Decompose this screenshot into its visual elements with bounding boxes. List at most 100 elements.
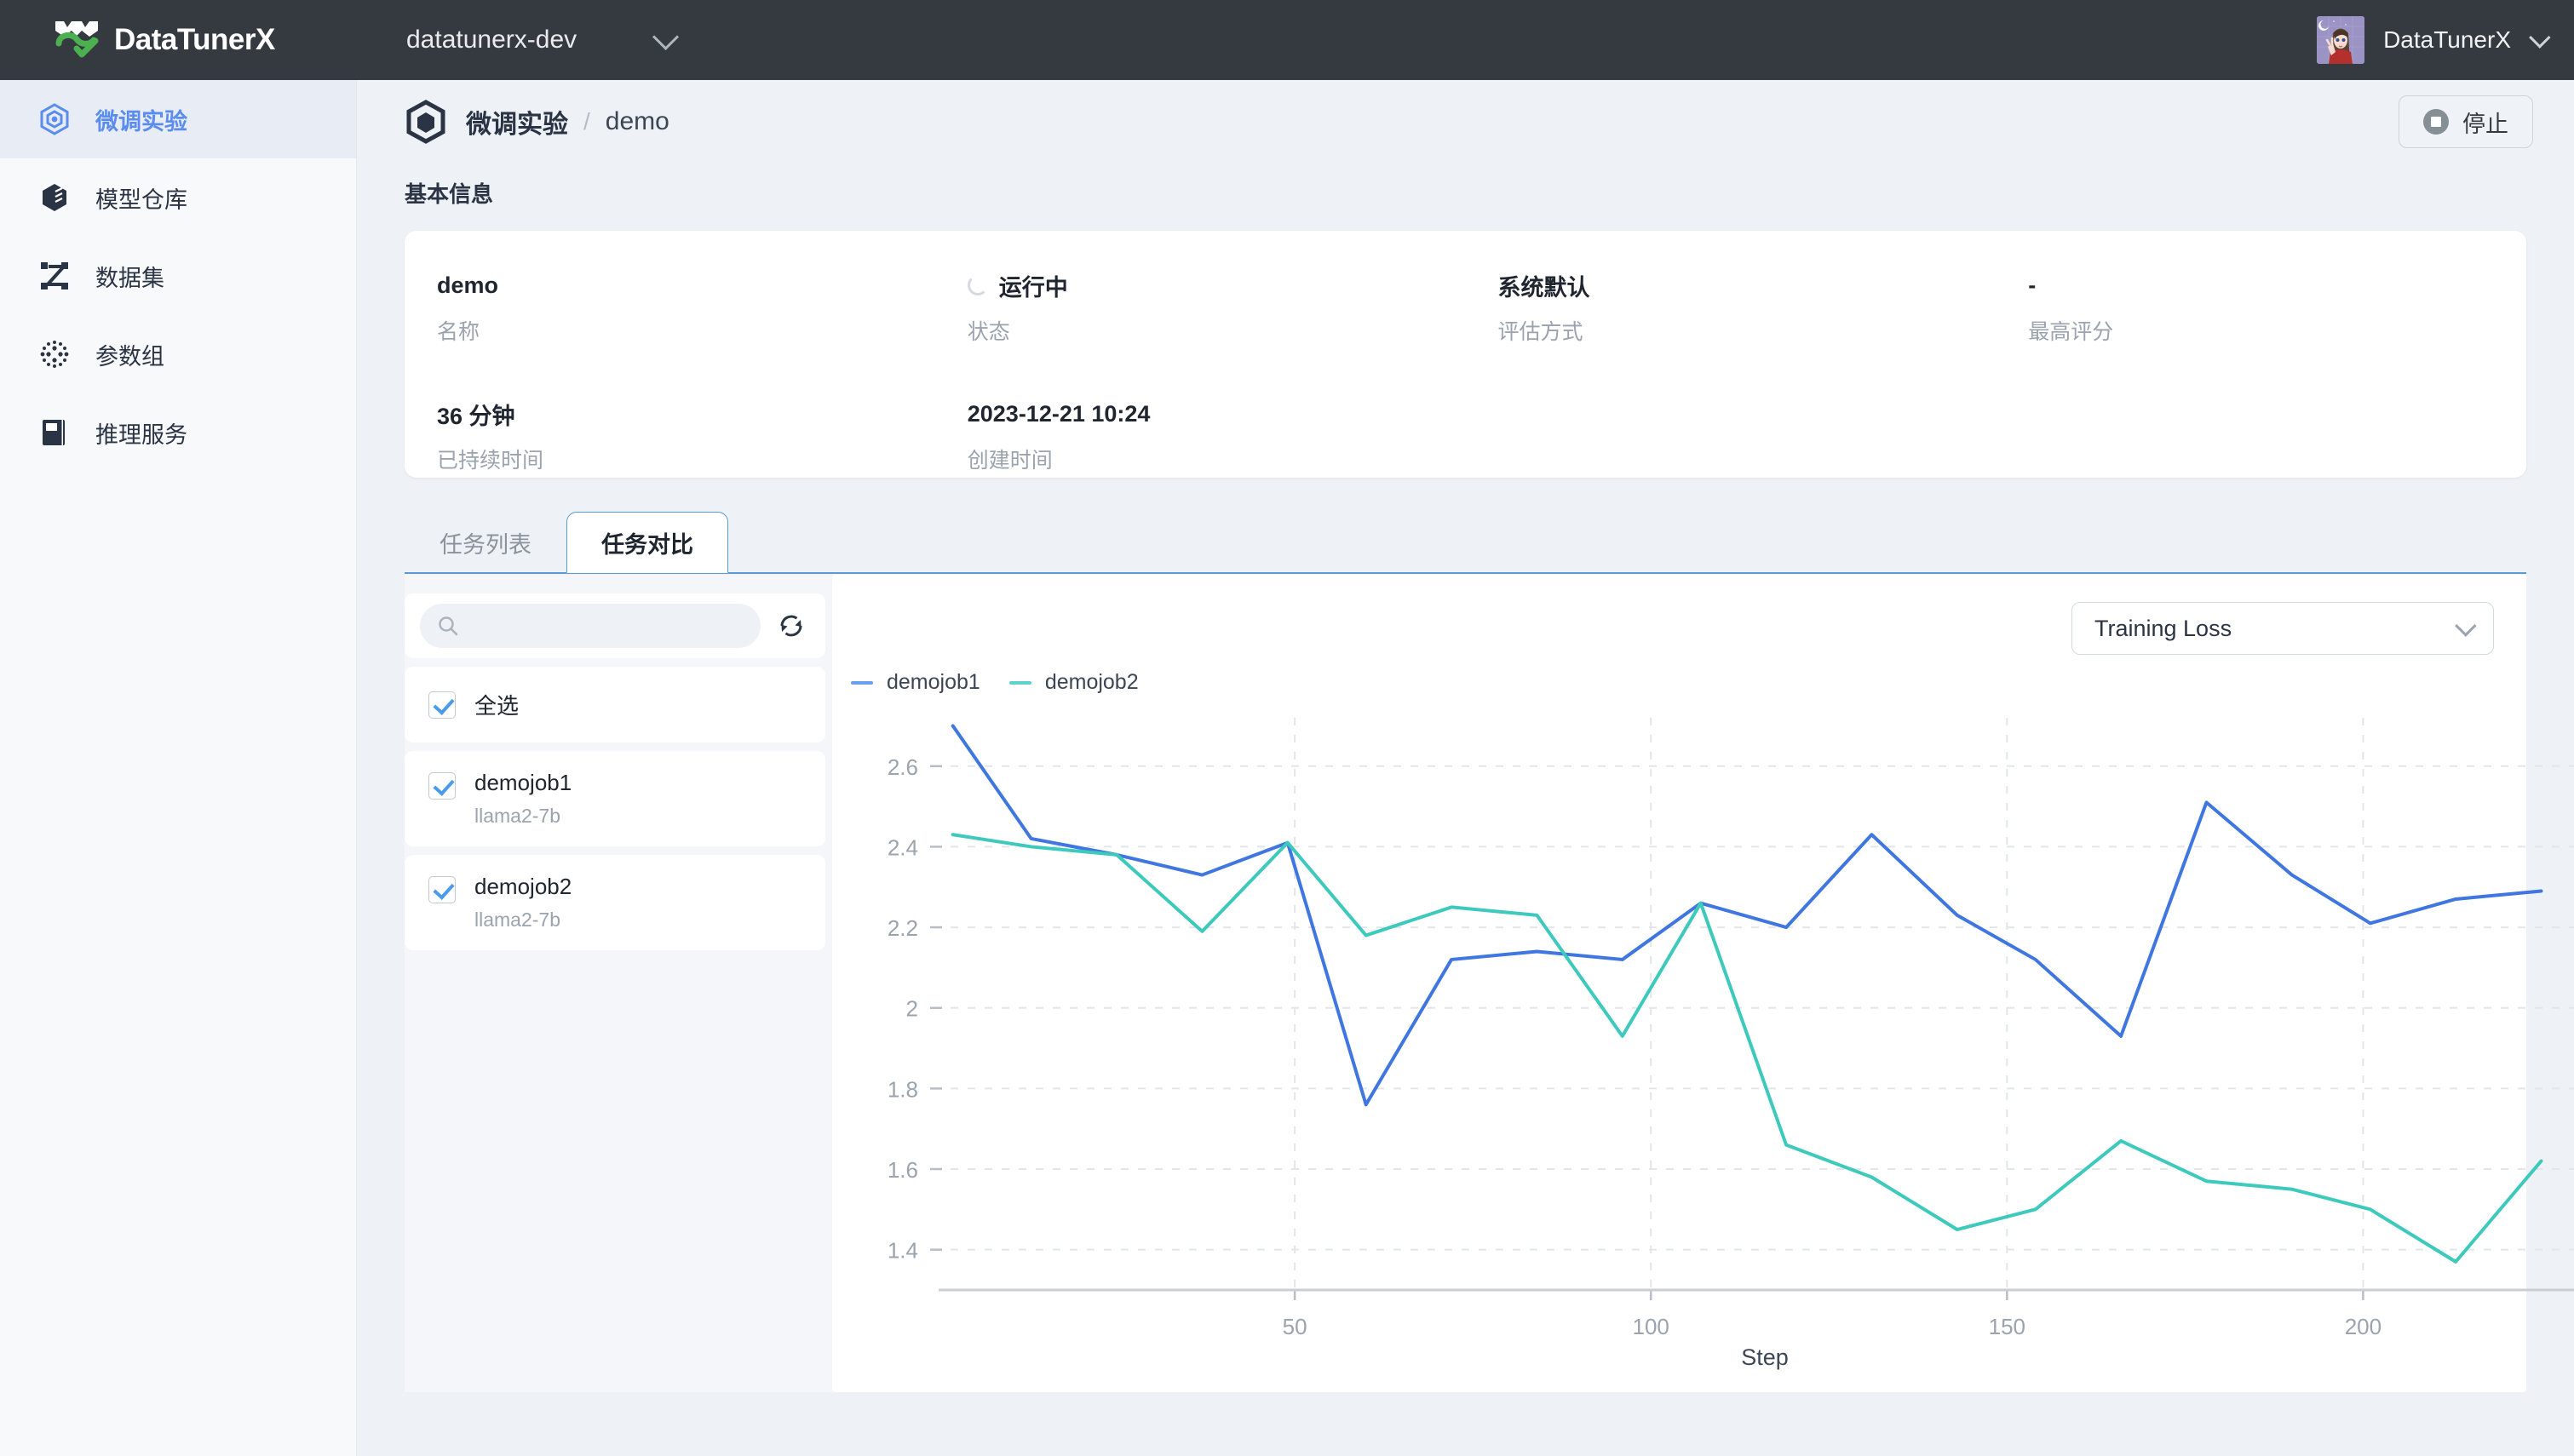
cube-outline-icon [405,100,447,144]
main-content: 微调实验 / demo 停止 基本信息 demo 名称 运行中 状态 系统默认 [357,80,2574,1456]
job-checkbox[interactable] [428,876,456,903]
avatar [2317,16,2364,64]
chart-legend: demojob1 demojob2 [851,670,1139,695]
breadcrumb-separator: / [583,108,590,135]
page-header: 微调实验 / demo 停止 [357,80,2574,163]
svg-text:2: 2 [906,996,918,1022]
basic-info-row-1: demo 名称 运行中 状态 系统默认 评估方式 - 最高评分 [405,270,2526,346]
svg-text:100: 100 [1633,1314,1669,1339]
top-bar: DataTunerX datatunerx-dev [0,0,2574,80]
sidebar: 微调实验 模型仓库 数据集 [0,80,357,1456]
tab-task-list[interactable]: 任务列表 [405,512,566,573]
info-field-duration: 36 分钟 已持续时间 [405,398,935,474]
sidebar-item-label: 参数组 [95,338,164,371]
info-value: 2023-12-21 10:24 [968,398,1466,429]
user-menu[interactable]: DataTunerX [2317,0,2545,80]
list-item[interactable]: demojob1 llama2-7b [405,751,825,846]
sidebar-item-label: 微调实验 [95,103,187,136]
select-all-row[interactable]: 全选 [405,667,825,742]
info-value-wrap: 运行中 [968,270,1466,301]
cube-layers-icon [37,181,72,215]
cube-target-icon [37,102,72,136]
job-model: llama2-7b [474,805,572,828]
chevron-down-icon [2455,615,2476,636]
info-value: - [2028,270,2526,301]
select-all-label: 全选 [474,689,519,720]
info-label: 创建时间 [968,444,1466,474]
dots-cluster-icon [37,337,72,371]
tab-task-compare[interactable]: 任务对比 [566,512,728,573]
sidebar-item-label: 推理服务 [95,416,187,450]
sidebar-item-label: 数据集 [95,260,164,293]
info-label: 评估方式 [1498,315,1997,346]
info-label: 状态 [968,315,1466,346]
svg-text:150: 150 [1989,1314,2025,1339]
stop-button-label: 停止 [2462,106,2508,139]
sidebar-item-finetune-experiment[interactable]: 微调实验 [0,80,356,158]
metric-select[interactable]: Training Loss [2071,602,2494,655]
search-input[interactable] [469,615,744,638]
info-field-spacer-2 [1996,398,2526,474]
info-field-created-at: 2023-12-21 10:24 创建时间 [935,398,1466,474]
tab-panel-task-compare: 全选 demojob1 llama2-7b [405,575,2526,1392]
page-title: 基本信息 [357,163,2574,209]
search-box[interactable] [420,604,761,648]
legend-item-demojob1[interactable]: demojob1 [851,670,980,695]
legend-label: demojob1 [887,670,980,695]
select-all-checkbox[interactable] [428,691,456,719]
tab-label: 任务对比 [601,526,693,559]
brand-name: DataTunerX [114,23,275,57]
info-field-status: 运行中 状态 [935,270,1466,346]
breadcrumb-root[interactable]: 微调实验 [466,103,568,140]
namespace-label: datatunerx-dev [406,26,577,54]
job-name: demojob1 [474,770,572,795]
svg-text:1.8: 1.8 [888,1076,918,1102]
svg-text:2.4: 2.4 [888,834,918,860]
chevron-down-icon [652,24,679,50]
namespace-selector[interactable]: datatunerx-dev [406,26,672,54]
info-field-eval-method: 系统默认 评估方式 [1466,270,1997,346]
svg-text:1.6: 1.6 [888,1157,918,1183]
legend-item-demojob2[interactable]: demojob2 [1009,670,1139,695]
breadcrumb-leaf: demo [606,107,669,136]
svg-text:2.2: 2.2 [888,915,918,941]
info-value: 系统默认 [1498,270,1997,301]
metric-select-value: Training Loss [2094,616,2232,642]
tab-bar: 任务列表 任务对比 [405,512,2526,573]
basic-info-row-2: 36 分钟 已持续时间 2023-12-21 10:24 创建时间 [405,398,2526,474]
svg-text:2.6: 2.6 [888,754,918,780]
sidebar-item-dataset[interactable]: 数据集 [0,237,356,315]
chevron-down-icon [2529,26,2550,48]
basic-info-card: demo 名称 运行中 状态 系统默认 评估方式 - 最高评分 36 分钟 [405,231,2526,478]
info-label: 最高评分 [2028,315,2526,346]
info-field-top-score: - 最高评分 [1996,270,2526,346]
info-value: demo [437,270,935,301]
list-item[interactable]: demojob2 llama2-7b [405,855,825,950]
stop-button[interactable]: 停止 [2399,95,2533,148]
info-field-spacer-1 [1466,398,1997,474]
info-label: 名称 [437,315,935,346]
sidebar-item-inference-service[interactable]: 推理服务 [0,393,356,472]
refresh-icon[interactable] [776,610,807,641]
legend-label: demojob2 [1045,670,1139,695]
legend-marker [1009,681,1031,685]
stop-circle-icon [2423,109,2449,135]
sidebar-item-label: 模型仓库 [95,181,187,215]
datatunerx-logo-icon [53,18,101,62]
loading-spinner-icon [968,275,988,295]
svg-text:1.4: 1.4 [888,1238,918,1264]
brand[interactable]: DataTunerX [0,18,357,62]
sidebar-item-model-repository[interactable]: 模型仓库 [0,158,356,237]
svg-text:200: 200 [2345,1314,2382,1339]
legend-marker [851,681,873,685]
book-icon [37,416,72,450]
job-checkbox[interactable] [428,772,456,800]
tab-label: 任务列表 [440,526,531,559]
info-field-name: demo 名称 [405,270,935,346]
training-loss-chart: 1.41.61.822.22.42.650100150200Step [832,702,2526,1384]
search-icon [437,615,459,637]
search-card [405,593,825,658]
sidebar-item-parameter-group[interactable]: 参数组 [0,315,356,393]
chart-column: Training Loss demojob1 demojob2 1.4 1.6 1.… [832,575,2526,1392]
user-name: DataTunerX [2383,26,2511,54]
